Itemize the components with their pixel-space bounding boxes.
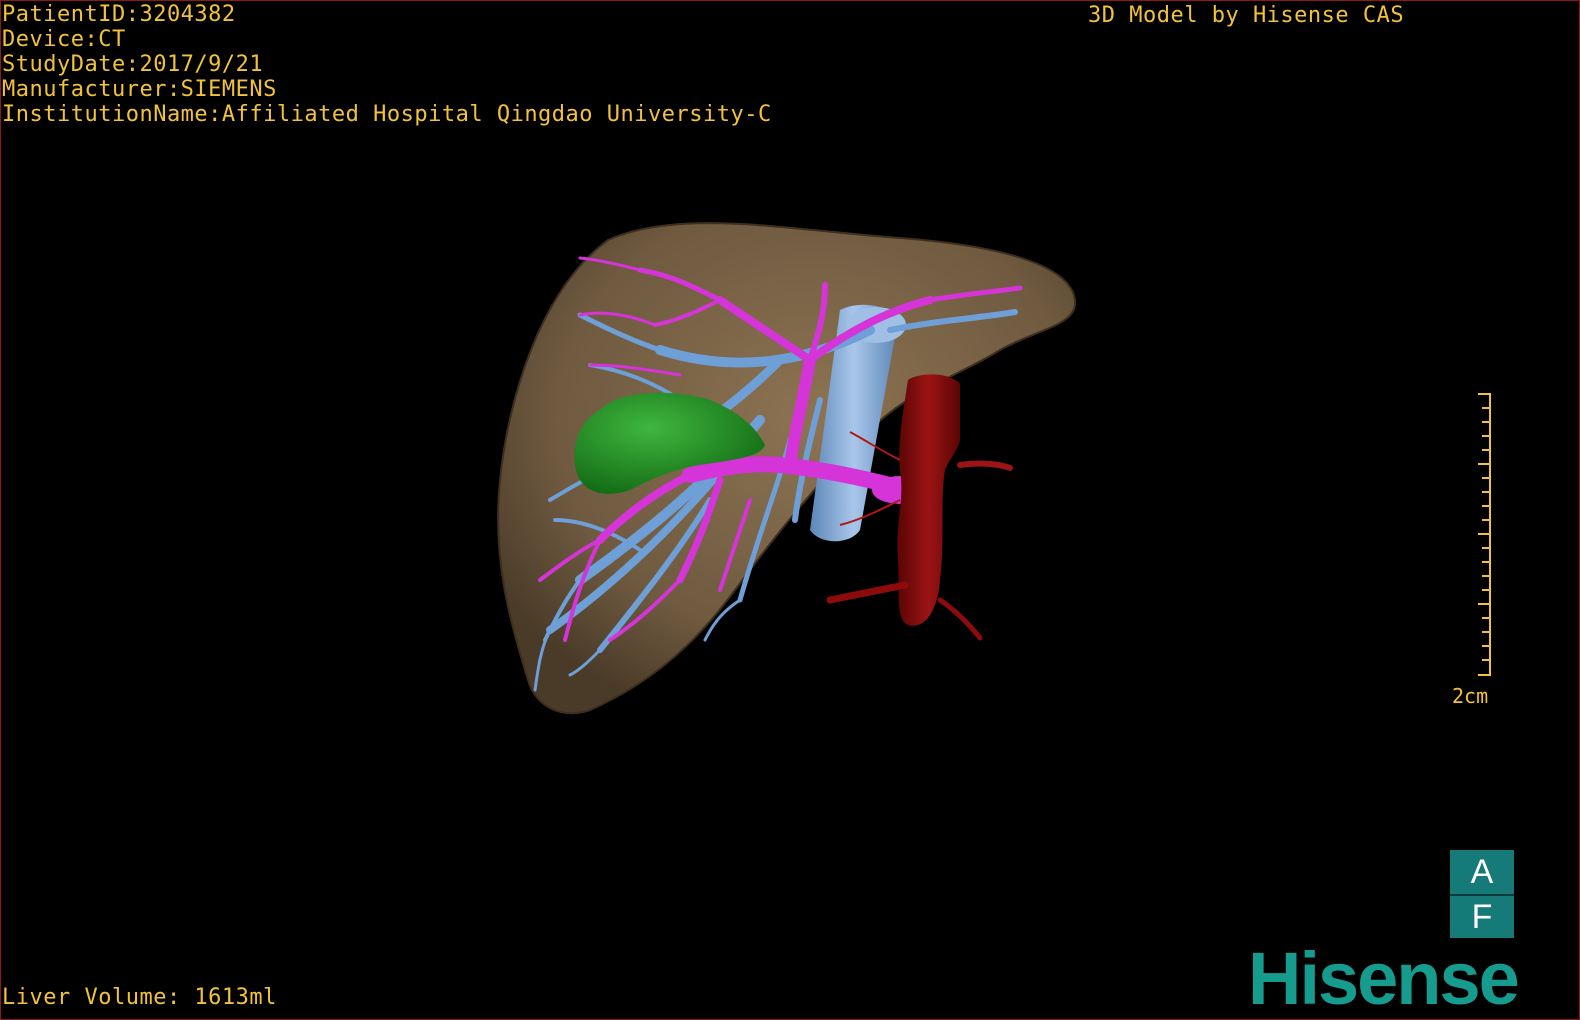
institution-text: InstitutionName:Affiliated Hospital Qing… bbox=[2, 102, 772, 127]
liver-volume-text: Liver Volume: 1613ml bbox=[2, 985, 277, 1010]
hisense-logo: Hisense bbox=[1248, 937, 1520, 1020]
orientation-anterior-face[interactable]: A bbox=[1450, 850, 1514, 894]
dicom-info-overlay: PatientID:3204382 Device:CT StudyDate:20… bbox=[2, 2, 772, 127]
model-credit-text: 3D Model by Hisense CAS bbox=[1088, 3, 1405, 28]
patient-id-text: PatientID:3204382 bbox=[2, 2, 236, 27]
scale-bar bbox=[1478, 393, 1491, 676]
liver-3d-model[interactable] bbox=[480, 200, 1120, 740]
device-text: Device:CT bbox=[2, 27, 126, 52]
manufacturer-text: Manufacturer:SIEMENS bbox=[2, 77, 277, 102]
orientation-cube[interactable]: A F bbox=[1450, 850, 1514, 938]
orientation-foot-face[interactable]: F bbox=[1450, 894, 1514, 938]
scale-bar-label: 2cm bbox=[1452, 684, 1489, 708]
study-date-text: StudyDate:2017/9/21 bbox=[2, 52, 264, 77]
